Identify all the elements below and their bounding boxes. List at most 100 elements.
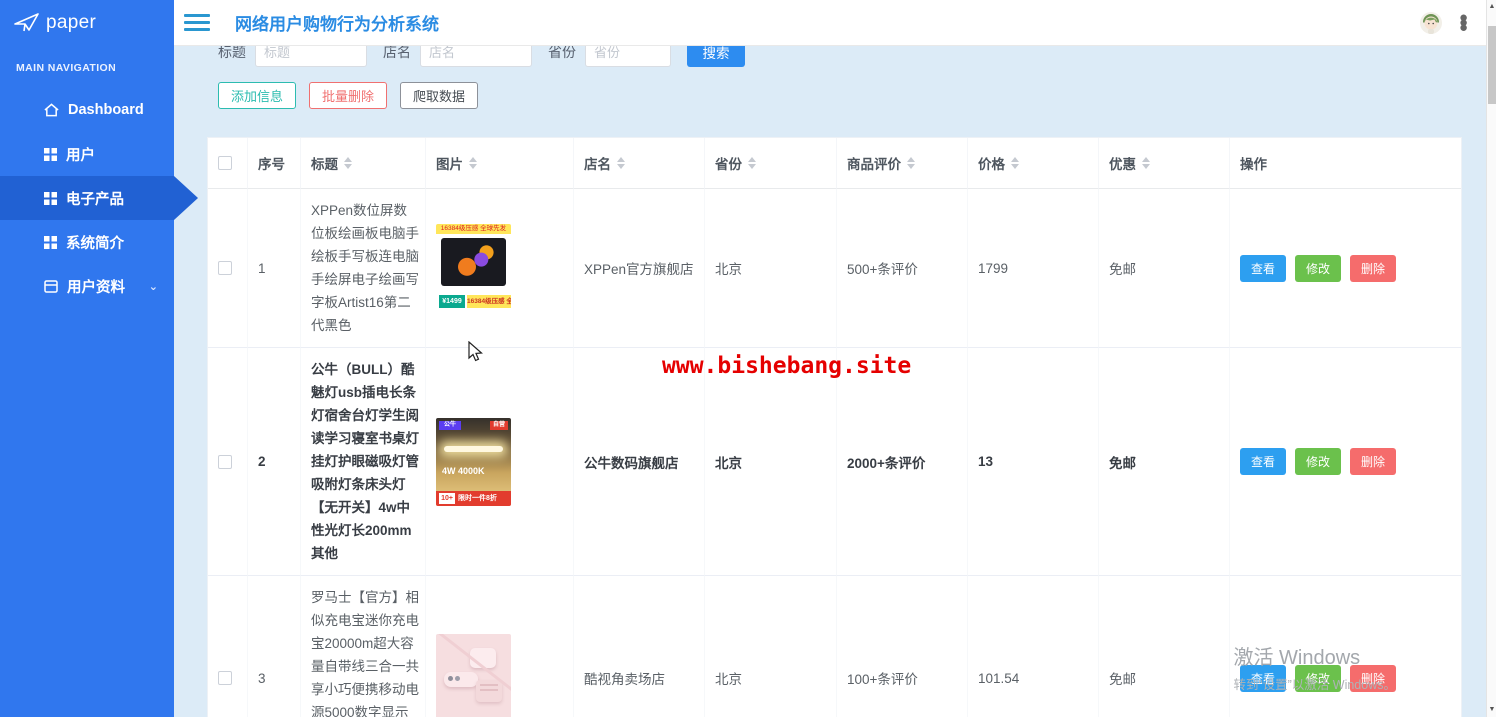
file-icon xyxy=(44,279,58,293)
table-row: 2 公牛（BULL）酷魅灯usb插电长条灯宿舍台灯学生阅读学习寝室书桌灯挂灯护眼… xyxy=(208,348,1461,576)
sidebar-item-label: 电子产品 xyxy=(66,191,124,208)
province: 北京 xyxy=(705,576,837,717)
row-checkbox[interactable] xyxy=(218,671,232,685)
delete-button[interactable]: 删除 xyxy=(1350,254,1397,282)
discount: 免邮 xyxy=(1099,189,1230,348)
row-checkbox-cell xyxy=(208,189,248,348)
grid-icon xyxy=(44,235,57,249)
scroll-down-icon[interactable]: ▼ xyxy=(1487,704,1496,716)
product-image-cell: 16384级压感 全球先发¥149916384级压感 全球先发 xyxy=(426,189,574,348)
power-bank-product-image xyxy=(436,634,511,717)
grid-icon xyxy=(44,191,57,205)
row-checkbox[interactable] xyxy=(218,454,232,469)
col-header-discount: 优惠 xyxy=(1099,138,1230,189)
sort-icon[interactable] xyxy=(1011,157,1019,169)
sidebar-item-1[interactable]: 用户 xyxy=(0,132,174,176)
sort-icon[interactable] xyxy=(469,157,477,169)
discount: 免邮 xyxy=(1099,576,1230,717)
site-watermark: www.bishebang.site xyxy=(662,353,912,379)
col-header-image: 图片 xyxy=(426,138,574,189)
nav-section-label: MAIN NAVIGATION xyxy=(16,62,117,74)
store-name: XPPen官方旗舰店 xyxy=(574,189,705,348)
province: 北京 xyxy=(705,348,837,576)
sidebar-item-4[interactable]: 用户资料 ⌄ xyxy=(0,264,174,308)
price: 101.54 xyxy=(968,576,1099,717)
sort-icon[interactable] xyxy=(748,157,756,169)
chevron-down-icon: ⌄ xyxy=(148,280,158,293)
province: 北京 xyxy=(705,189,837,348)
sidebar-item-label: 系统简介 xyxy=(66,235,124,252)
scrollbar-thumb[interactable] xyxy=(1488,26,1496,104)
product-title: 公牛（BULL）酷魅灯usb插电长条灯宿舍台灯学生阅读学习寝室书桌灯挂灯护眼磁吸… xyxy=(301,348,426,576)
select-all-checkbox[interactable] xyxy=(218,156,232,170)
col-header-reviews: 商品评价 xyxy=(837,138,968,189)
reviews-count: 2000+条评价 xyxy=(837,348,968,576)
user-avatar[interactable] xyxy=(1419,11,1443,35)
vertical-scrollbar[interactable]: ▲ ▼ xyxy=(1486,0,1496,717)
mouse-cursor xyxy=(468,341,483,362)
row-index: 1 xyxy=(248,189,301,348)
drawing-tablet-product-image: 16384级压感 全球先发¥149916384级压感 全球先发 xyxy=(436,224,511,312)
sidebar-item-3[interactable]: 系统简介 xyxy=(0,220,174,264)
paper-plane-icon xyxy=(14,13,39,32)
row-actions: 查看 修改 删除 xyxy=(1230,348,1461,576)
sidebar-item-label: 用户 xyxy=(66,147,95,164)
windows-activation-watermark: 激活 Windows 转到“设置”以激活 Windows。 xyxy=(1233,647,1396,692)
col-header-no: 序号 xyxy=(248,138,301,189)
sort-icon[interactable] xyxy=(344,157,352,169)
sidebar-item-dashboard[interactable]: Dashboard xyxy=(0,88,174,132)
product-title: XPPen数位屏数位板绘画板电脑手绘板手写板连电脑手绘屏电子绘画写字板Artis… xyxy=(301,189,426,348)
price: 13 xyxy=(968,348,1099,576)
row-checkbox-cell xyxy=(208,576,248,717)
discount: 免邮 xyxy=(1099,348,1230,576)
delete-button[interactable]: 删除 xyxy=(1350,448,1397,475)
crawl-data-button[interactable]: 爬取数据 xyxy=(400,82,479,109)
store-name: 酷视角卖场店 xyxy=(574,576,705,717)
hamburger-menu-icon[interactable] xyxy=(184,10,210,35)
sidebar: paper MAIN NAVIGATION Dashboard 用户电子产品系统简… xyxy=(0,0,198,717)
reviews-count: 100+条评价 xyxy=(837,576,968,717)
batch-delete-button[interactable]: 批量删除 xyxy=(309,82,388,109)
product-image-cell xyxy=(426,576,574,717)
products-table: 序号 标题 图片 店名 省份 商品评价 价格 优惠 操作 1 XPPen数位屏数… xyxy=(207,137,1462,717)
store-name: 公牛数码旗舰店 xyxy=(574,348,705,576)
row-checkbox-cell xyxy=(208,348,248,576)
col-header-title: 标题 xyxy=(301,138,426,189)
grid-icon xyxy=(44,147,57,161)
col-header-province: 省份 xyxy=(705,138,837,189)
col-header-price: 价格 xyxy=(968,138,1099,189)
sidebar-item-label: Dashboard xyxy=(68,102,144,118)
edit-button[interactable]: 修改 xyxy=(1295,448,1342,475)
main-content: 标题 店名 省份 搜索 添加信息 批量删除 爬取数据 序号 标题 图片 店名 省… xyxy=(174,37,1486,717)
home-icon xyxy=(44,103,59,117)
product-image-cell: 公牛 自营 4W 4000K 10+ 限时一件8折 xyxy=(426,348,574,576)
edit-button[interactable]: 修改 xyxy=(1295,254,1342,282)
product-title: 罗马士【官方】相似充电宝迷你充电宝20000m超大容量自带线三合一共享小巧便携移… xyxy=(301,576,426,717)
add-info-button[interactable]: 添加信息 xyxy=(218,82,297,109)
table-body: 1 XPPen数位屏数位板绘画板电脑手绘板手写板连电脑手绘屏电子绘画写字板Art… xyxy=(208,189,1461,717)
app-logo[interactable]: paper xyxy=(0,0,174,46)
reviews-count: 500+条评价 xyxy=(837,189,968,348)
col-header-store: 店名 xyxy=(574,138,705,189)
col-header-actions: 操作 xyxy=(1230,138,1461,189)
toolbar: 添加信息 批量删除 爬取数据 xyxy=(218,82,479,109)
view-button[interactable]: 查看 xyxy=(1240,448,1287,475)
logo-text: paper xyxy=(46,12,97,33)
scroll-up-icon[interactable]: ▲ xyxy=(1487,1,1496,13)
top-header: 网络用户购物行为分析系统 ● ● ● xyxy=(174,0,1496,46)
light-bar-product-image: 公牛 自营 4W 4000K 10+ 限时一件8折 xyxy=(436,417,511,506)
sidebar-item-label: 用户资料 xyxy=(67,279,125,296)
price: 1799 xyxy=(968,189,1099,348)
kebab-menu-icon[interactable]: ● ● ● xyxy=(1459,10,1468,35)
row-checkbox[interactable] xyxy=(218,261,232,275)
row-index: 3 xyxy=(248,576,301,717)
view-button[interactable]: 查看 xyxy=(1240,254,1287,282)
sidebar-item-2[interactable]: 电子产品 xyxy=(0,176,198,220)
sort-icon[interactable] xyxy=(1142,157,1150,169)
row-index: 2 xyxy=(248,348,301,576)
sort-icon[interactable] xyxy=(907,157,915,169)
table-header-row: 序号 标题 图片 店名 省份 商品评价 价格 优惠 操作 xyxy=(208,138,1461,189)
row-actions: 查看 修改 删除 xyxy=(1230,189,1461,348)
page-title: 网络用户购物行为分析系统 xyxy=(235,15,439,34)
sort-icon[interactable] xyxy=(617,157,625,169)
